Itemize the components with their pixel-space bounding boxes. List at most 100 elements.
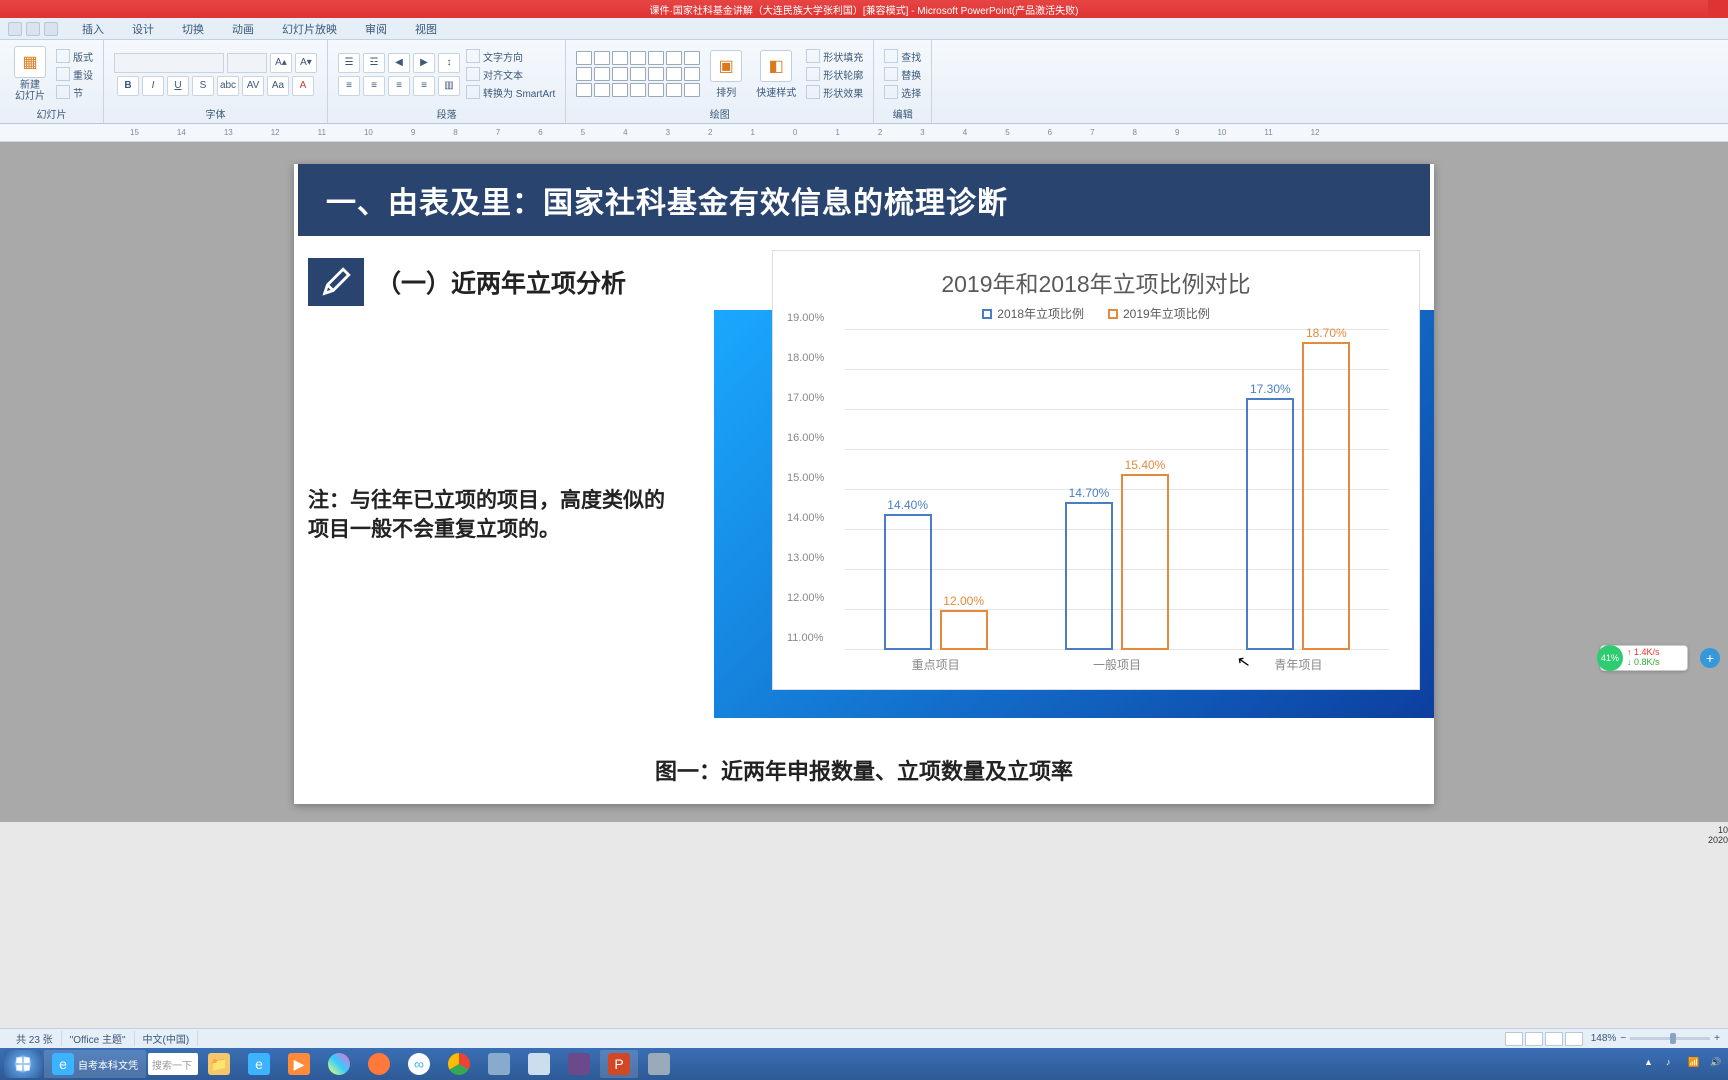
align-center-button[interactable]: ≡ xyxy=(363,76,385,96)
grow-font-button[interactable]: A▴ xyxy=(270,53,292,73)
tab-insert[interactable]: 插入 xyxy=(68,18,118,40)
outdent-button[interactable]: ◀ xyxy=(388,53,410,73)
chart-title: 2019年和2018年立项比例对比 xyxy=(773,251,1419,305)
shrink-font-button[interactable]: A▾ xyxy=(295,53,317,73)
plus-floating-button[interactable]: + xyxy=(1700,648,1720,668)
zoom-in-button[interactable]: + xyxy=(1714,1033,1720,1044)
shape-effects-button[interactable]: 形状效果 xyxy=(806,85,863,100)
text-direction-button[interactable]: 文字方向 xyxy=(466,49,555,64)
shape-fill-button[interactable]: 形状填充 xyxy=(806,49,863,64)
section-icon xyxy=(56,85,70,99)
task-player[interactable]: ▶ xyxy=(280,1050,318,1078)
task-app4[interactable] xyxy=(640,1050,678,1078)
ruler-mark: 3 xyxy=(666,128,670,137)
ruler-mark: 11 xyxy=(1264,128,1272,137)
task-app1[interactable] xyxy=(480,1050,518,1078)
app-icon-4 xyxy=(648,1053,670,1075)
tab-review[interactable]: 审阅 xyxy=(351,18,401,40)
ruler-mark: 5 xyxy=(581,128,585,137)
quick-styles-button[interactable]: ◧快速样式 xyxy=(752,48,800,101)
shapes-gallery[interactable] xyxy=(576,51,700,97)
task-chrome[interactable] xyxy=(440,1050,478,1078)
qat-redo-icon[interactable] xyxy=(44,22,58,36)
slide-editor-area[interactable]: 一、由表及里：国家社科基金有效信息的梳理诊断 （一）近两年立项分析 注：与往年已… xyxy=(0,142,1728,822)
ruler-mark: 12 xyxy=(271,128,280,137)
qat-undo-icon[interactable] xyxy=(26,22,40,36)
arrange-button[interactable]: ▣排列 xyxy=(706,48,746,101)
chart-plot-area: 11.00%12.00%13.00%14.00%15.00%16.00%17.0… xyxy=(845,330,1389,650)
tab-transitions[interactable]: 切换 xyxy=(168,18,218,40)
battery-percent: 41% xyxy=(1597,645,1623,671)
layout-button[interactable]: 版式 xyxy=(56,49,93,64)
find-icon xyxy=(884,49,898,63)
tab-slideshow[interactable]: 幻灯片放映 xyxy=(268,18,351,40)
reset-icon xyxy=(56,67,70,81)
battery-network-widget[interactable]: 41% ↑ 1.4K/s ↓ 0.8K/s xyxy=(1600,645,1688,671)
tray-icon-1[interactable]: ▲ xyxy=(1644,1057,1658,1071)
task-powerpoint[interactable]: P xyxy=(600,1050,638,1078)
taskbar-search[interactable]: 搜索一下 xyxy=(148,1053,198,1075)
zoom-control[interactable]: 148% − + xyxy=(1591,1033,1720,1044)
underline-button[interactable]: U xyxy=(167,76,189,96)
tray-network-icon[interactable]: 📶 xyxy=(1688,1057,1702,1071)
task-360[interactable] xyxy=(320,1050,358,1078)
tab-view[interactable]: 视图 xyxy=(401,18,451,40)
tab-design[interactable]: 设计 xyxy=(118,18,168,40)
task-explorer[interactable]: 📁 xyxy=(200,1050,238,1078)
task-ie[interactable]: e自考本科文凭 xyxy=(44,1050,146,1078)
status-language[interactable]: 中文(中国) xyxy=(135,1031,199,1046)
tray-volume-icon[interactable]: 🔊 xyxy=(1710,1057,1724,1071)
task-ie2[interactable]: e xyxy=(240,1050,278,1078)
zoom-level[interactable]: 148% xyxy=(1591,1033,1617,1044)
shadow-button[interactable]: abc xyxy=(217,76,239,96)
numbering-button[interactable]: ☲ xyxy=(363,53,385,73)
task-app3[interactable] xyxy=(560,1050,598,1078)
bold-button[interactable]: B xyxy=(117,76,139,96)
italic-button[interactable]: I xyxy=(142,76,164,96)
align-right-button[interactable]: ≡ xyxy=(388,76,410,96)
ribbon-tab-strip: 插入 设计 切换 动画 幻灯片放映 审阅 视图 xyxy=(0,18,1728,40)
section-button[interactable]: 节 xyxy=(56,85,93,100)
font-size-combo[interactable] xyxy=(227,53,267,73)
slide-canvas[interactable]: 一、由表及里：国家社科基金有效信息的梳理诊断 （一）近两年立项分析 注：与往年已… xyxy=(294,164,1434,804)
align-left-button[interactable]: ≡ xyxy=(338,76,360,96)
smartart-button[interactable]: 转换为 SmartArt xyxy=(466,85,555,100)
indent-button[interactable]: ▶ xyxy=(413,53,435,73)
columns-button[interactable]: ▥ xyxy=(438,76,460,96)
task-ball[interactable] xyxy=(360,1050,398,1078)
replace-button[interactable]: 替换 xyxy=(884,67,921,82)
new-slide-button[interactable]: ▦ 新建 幻灯片 xyxy=(10,44,50,104)
zoom-out-button[interactable]: − xyxy=(1620,1033,1626,1044)
start-button[interactable] xyxy=(4,1050,42,1078)
align-text-button[interactable]: 对齐文本 xyxy=(466,67,555,82)
tray-icon-2[interactable]: ♪ xyxy=(1666,1057,1680,1071)
font-color-button[interactable]: A xyxy=(292,76,314,96)
x-tick-label: 一般项目 xyxy=(1093,656,1141,673)
font-family-combo[interactable] xyxy=(114,53,224,73)
view-normal-button[interactable] xyxy=(1505,1032,1523,1046)
reset-button[interactable]: 重设 xyxy=(56,67,93,82)
zoom-slider[interactable] xyxy=(1630,1037,1710,1040)
tab-animations[interactable]: 动画 xyxy=(218,18,268,40)
pencil-icon xyxy=(319,265,353,299)
bar-group: 14.40%12.00% xyxy=(884,330,988,650)
task-cloud[interactable]: ∞ xyxy=(400,1050,438,1078)
status-bar: 共 23 张 "Office 主题" 中文(中国) 148% − + xyxy=(0,1028,1728,1048)
spacing-button[interactable]: AV xyxy=(242,76,264,96)
linespacing-button[interactable]: ↕ xyxy=(438,53,460,73)
view-reading-button[interactable] xyxy=(1545,1032,1563,1046)
chart-legend: 2018年立项比例 2019年立项比例 xyxy=(773,305,1419,322)
view-slideshow-button[interactable] xyxy=(1565,1032,1583,1046)
strike-button[interactable]: S xyxy=(192,76,214,96)
ruler-mark: 1 xyxy=(750,128,754,137)
case-button[interactable]: Aa xyxy=(267,76,289,96)
bullets-button[interactable]: ☰ xyxy=(338,53,360,73)
qat-save-icon[interactable] xyxy=(8,22,22,36)
task-app2[interactable] xyxy=(520,1050,558,1078)
find-button[interactable]: 查找 xyxy=(884,49,921,64)
select-button[interactable]: 选择 xyxy=(884,85,921,100)
shape-outline-button[interactable]: 形状轮廓 xyxy=(806,67,863,82)
section-subtitle: （一）近两年立项分析 xyxy=(376,264,626,300)
justify-button[interactable]: ≡ xyxy=(413,76,435,96)
view-sorter-button[interactable] xyxy=(1525,1032,1543,1046)
